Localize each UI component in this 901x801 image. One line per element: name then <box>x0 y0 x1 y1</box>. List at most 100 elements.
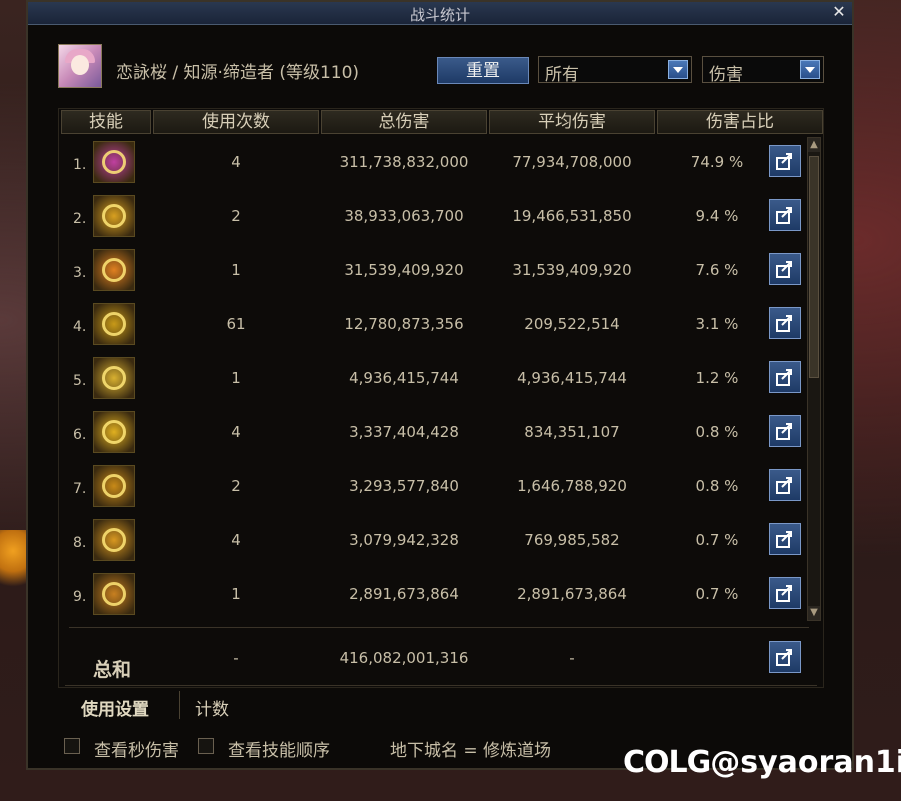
share-icon <box>776 585 792 602</box>
share-icon <box>776 261 792 278</box>
skill-icon[interactable] <box>93 573 135 615</box>
row-damage-ratio: 74.9 % <box>690 153 744 171</box>
close-icon[interactable]: ✕ <box>830 3 848 21</box>
scroll-down-icon[interactable]: ▼ <box>808 606 820 620</box>
skill-icon[interactable] <box>93 303 135 345</box>
skill-icon[interactable] <box>93 357 135 399</box>
tab-count[interactable]: 计数 <box>195 695 229 720</box>
table-row: 2. 2 38,933,063,700 19,466,531,850 9.4 % <box>59 191 807 245</box>
row-uses: 2 <box>231 207 241 225</box>
row-total-damage: 3,337,404,428 <box>349 423 459 441</box>
filter-select-value: 所有 <box>545 65 579 85</box>
row-damage-ratio: 7.6 % <box>695 261 739 279</box>
summary-uses: - <box>233 649 239 667</box>
row-uses: 4 <box>231 423 241 441</box>
share-icon <box>776 531 792 548</box>
header-skill[interactable]: 技能 <box>61 110 151 134</box>
battle-stats-window: 战斗统计 ✕ 恋詠桜 / 知源·缔造者 (等级110) 重置 所有 伤害 技能 … <box>26 0 854 770</box>
row-uses: 4 <box>231 153 241 171</box>
row-number: 7. <box>73 481 87 497</box>
row-avg-damage: 1,646,788,920 <box>517 477 627 495</box>
table-row: 8. 4 3,079,942,328 769,985,582 0.7 % <box>59 515 807 569</box>
row-avg-damage: 19,466,531,850 <box>512 207 632 225</box>
share-icon <box>776 315 792 332</box>
background-character-sprite <box>0 530 26 600</box>
row-uses: 2 <box>231 477 241 495</box>
window-title: 战斗统计 <box>409 6 470 24</box>
row-total-damage: 2,891,673,864 <box>349 585 459 603</box>
header-damage-ratio[interactable]: 伤害占比 <box>657 110 823 134</box>
share-icon <box>776 477 792 494</box>
summary-total: 416,082,001,316 <box>339 649 469 667</box>
row-total-damage: 4,936,415,744 <box>349 369 459 387</box>
share-icon <box>776 369 792 386</box>
row-uses: 61 <box>226 315 246 333</box>
row-share-button[interactable] <box>769 199 801 231</box>
row-total-damage: 311,738,832,000 <box>339 153 469 171</box>
dps-checkbox-label: 查看秒伤害 <box>94 741 179 761</box>
skill-icon[interactable] <box>93 411 135 453</box>
skill-icon[interactable] <box>93 141 135 183</box>
chevron-down-icon[interactable] <box>668 60 688 79</box>
table-row: 5. 1 4,936,415,744 4,936,415,744 1.2 % <box>59 353 807 407</box>
row-total-damage: 12,780,873,356 <box>344 315 464 333</box>
row-number: 5. <box>73 373 87 389</box>
tab-usage-settings[interactable]: 使用设置 <box>81 695 149 720</box>
row-avg-damage: 834,351,107 <box>524 423 620 441</box>
row-number: 4. <box>73 319 87 335</box>
row-uses: 1 <box>231 585 241 603</box>
skill-icon[interactable] <box>93 249 135 291</box>
watermark: COLG@syaoran1i <box>623 745 901 780</box>
row-share-button[interactable] <box>769 145 801 177</box>
header-avg-damage[interactable]: 平均伤害 <box>489 110 655 134</box>
header-uses[interactable]: 使用次数 <box>153 110 319 134</box>
row-damage-ratio: 0.7 % <box>695 531 739 549</box>
row-share-button[interactable] <box>769 415 801 447</box>
row-damage-ratio: 0.7 % <box>695 585 739 603</box>
dps-checkbox[interactable] <box>64 738 80 754</box>
watermark-handle: @syaoran1i <box>710 745 901 780</box>
reset-button[interactable]: 重置 <box>437 57 529 84</box>
row-share-button[interactable] <box>769 577 801 609</box>
type-select-value: 伤害 <box>709 65 743 85</box>
row-total-damage: 3,079,942,328 <box>349 531 459 549</box>
row-avg-damage: 77,934,708,000 <box>512 153 632 171</box>
row-share-button[interactable] <box>769 361 801 393</box>
row-damage-ratio: 1.2 % <box>695 369 739 387</box>
skill-icon[interactable] <box>93 465 135 507</box>
filter-select[interactable]: 所有 <box>538 56 692 85</box>
skill-icon[interactable] <box>93 519 135 561</box>
share-icon <box>776 153 792 170</box>
title-bar[interactable]: 战斗统计 ✕ <box>28 2 852 25</box>
skill-order-checkbox-label: 查看技能顺序 <box>228 741 330 761</box>
type-select[interactable]: 伤害 <box>702 56 824 85</box>
table-row: 6. 4 3,337,404,428 834,351,107 0.8 % <box>59 407 807 461</box>
chevron-down-icon[interactable] <box>800 60 820 79</box>
row-share-button[interactable] <box>769 307 801 339</box>
summary-share-button[interactable] <box>769 641 801 673</box>
summary-avg: - <box>569 649 575 667</box>
row-uses: 1 <box>231 369 241 387</box>
header-total-damage[interactable]: 总伤害 <box>321 110 487 134</box>
colg-logo: COLG <box>623 745 711 780</box>
row-number: 8. <box>73 535 87 551</box>
character-name: 恋詠桜 / 知源·缔造者 (等级110) <box>116 63 360 83</box>
scrollbar[interactable]: ▲ ▼ <box>807 137 821 621</box>
skill-icon[interactable] <box>93 195 135 237</box>
row-number: 3. <box>73 265 87 281</box>
share-icon <box>776 423 792 440</box>
row-share-button[interactable] <box>769 469 801 501</box>
row-share-button[interactable] <box>769 523 801 555</box>
row-avg-damage: 4,936,415,744 <box>517 369 627 387</box>
table-row: 1. 4 311,738,832,000 77,934,708,000 74.9 % <box>59 137 807 191</box>
scroll-up-icon[interactable]: ▲ <box>808 138 820 152</box>
dungeon-name: 地下城名 = 修炼道场 <box>390 741 552 761</box>
row-total-damage: 3,293,577,840 <box>349 477 459 495</box>
table-row: 3. 1 31,539,409,920 31,539,409,920 7.6 % <box>59 245 807 299</box>
row-number: 2. <box>73 211 87 227</box>
row-total-damage: 31,539,409,920 <box>344 261 464 279</box>
scroll-thumb[interactable] <box>809 156 819 378</box>
row-avg-damage: 209,522,514 <box>524 315 620 333</box>
row-share-button[interactable] <box>769 253 801 285</box>
skill-order-checkbox[interactable] <box>198 738 214 754</box>
